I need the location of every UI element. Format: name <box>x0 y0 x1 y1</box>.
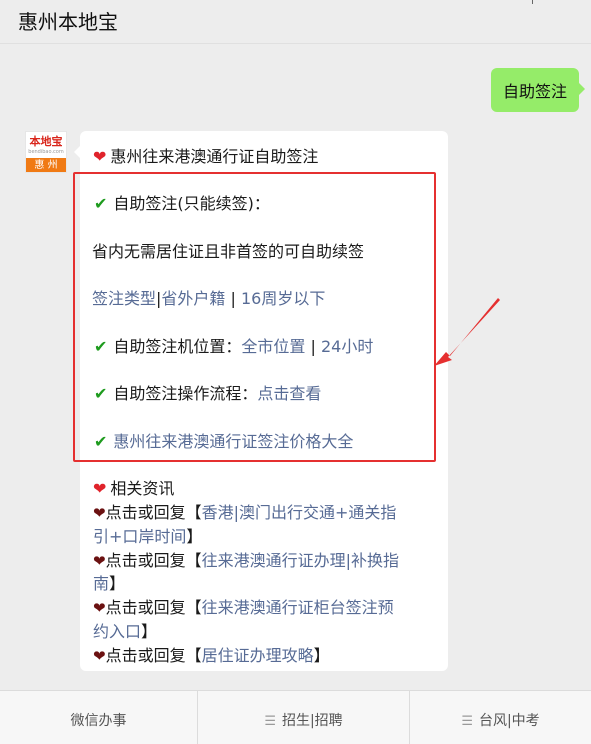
link-permit-apply[interactable]: 往来港澳通行证办理|补换指 <box>202 551 399 570</box>
avatar[interactable]: 本地宝 bendibao.com 惠 州 <box>25 131 67 173</box>
reply-option-suffix: 】 <box>186 527 203 546</box>
check-icon: ✔ <box>94 432 108 451</box>
link-hk-macau-travel-cont[interactable]: 引+口岸时间 <box>93 527 186 546</box>
reply-option-2[interactable]: ❤点击或回复【往来港澳通行证办理|补换指 <box>93 547 399 571</box>
link-under-16[interactable]: 16周岁以下 <box>241 289 325 308</box>
link-sign-type[interactable]: 签注类型 <box>92 289 156 308</box>
sent-message-bubble[interactable]: 自助签注 <box>490 68 586 112</box>
reply-heading: 惠州往来港澳通行证自助签注 <box>110 147 319 166</box>
highlight-box <box>73 172 436 462</box>
links-separator: | <box>225 289 241 308</box>
menu-list-icon: ☰ <box>264 714 276 729</box>
avatar-city-label: 惠 州 <box>26 158 66 172</box>
sign-links-row: 签注类型|省外户籍 | 16周岁以下 <box>92 285 325 309</box>
machine-location-row: ✔ 自助签注机位置：全市位置 | 24小时 <box>94 333 373 357</box>
reply-option-suffix: 】 <box>141 622 158 641</box>
price-row: ✔ 惠州往来港澳通行证签注价格大全 <box>94 428 353 452</box>
link-24-hours[interactable]: 24小时 <box>321 337 373 356</box>
check-icon: ✔ <box>94 384 108 403</box>
menu-tab-label: 微信办事 <box>70 713 127 729</box>
flow-row: ✔ 自助签注操作流程：点击查看 <box>94 380 321 404</box>
menu-tab-admissions-jobs[interactable]: ☰ 招生|招聘 <box>198 691 409 744</box>
reply-option-prefix: 点击或回复【 <box>105 503 202 522</box>
flow-label: 自助签注操作流程： <box>113 384 258 403</box>
reply-option-4[interactable]: ❤点击或回复【居住证办理攻略】 <box>93 642 330 666</box>
link-counter-appointment-cont[interactable]: 约入口 <box>93 622 141 641</box>
reply-option-3[interactable]: ❤点击或回复【往来港澳通行证柜台签注预 <box>93 594 394 618</box>
reply-option-2-cont: 南】 <box>93 570 125 594</box>
reply-option-suffix: 】 <box>313 646 330 665</box>
reply-option-prefix: 点击或回复【 <box>105 598 202 617</box>
reply-option-suffix: 】 <box>109 574 126 593</box>
avatar-logo-subtext: bendibao.com <box>28 149 64 155</box>
avatar-logo-text: 本地宝 <box>29 135 63 148</box>
heart-icon: ❤ <box>93 552 106 570</box>
link-counter-appointment[interactable]: 往来港澳通行证柜台签注预 <box>202 598 394 617</box>
link-residence-permit[interactable]: 居住证办理攻略 <box>202 646 314 665</box>
related-title: 相关资讯 <box>110 479 175 498</box>
chat-title: 惠州本地宝 <box>18 10 118 34</box>
self-sign-title-row: ✔ 自助签注(只能续签)： <box>94 190 270 214</box>
link-permit-apply-cont[interactable]: 南 <box>93 574 109 593</box>
machine-location-label: 自助签注机位置： <box>113 337 242 356</box>
menu-list-icon: ☰ <box>461 714 473 729</box>
top-bar: 惠州本地宝 <box>0 0 591 44</box>
link-price-list[interactable]: 惠州往来港澳通行证签注价格大全 <box>113 432 353 451</box>
reply-option-1[interactable]: ❤点击或回复【香港|澳门出行交通+通关指 <box>93 499 396 523</box>
heart-icon: ❤ <box>93 647 106 665</box>
self-sign-title: 自助签注(只能续签)： <box>113 194 270 213</box>
reply-heading-row: ❤ 惠州往来港澳通行证自助签注 <box>93 143 318 167</box>
reply-option-1-cont: 引+口岸时间】 <box>93 523 202 547</box>
menu-tab-label: 招生|招聘 <box>281 713 343 729</box>
link-out-of-province[interactable]: 省外户籍 <box>161 289 225 308</box>
link-city-locations[interactable]: 全市位置 <box>241 337 305 356</box>
bottom-menu-bar: 微信办事 ☰ 招生|招聘 ☰ 台风|中考 <box>0 690 591 744</box>
check-icon: ✔ <box>94 337 108 356</box>
heart-icon: ❤ <box>93 599 106 617</box>
red-arrow-icon <box>434 298 500 366</box>
related-title-row: ❤ 相关资讯 <box>93 475 174 499</box>
sent-message-row: 自助签注 <box>490 68 586 112</box>
reply-option-prefix: 点击或回复【 <box>105 646 202 665</box>
self-sign-desc: 省内无需居住证且非首签的可自助续签 <box>92 242 365 261</box>
avatar-logo: 本地宝 bendibao.com <box>26 132 66 158</box>
reply-option-3-cont: 约入口】 <box>93 618 157 642</box>
links-separator: | <box>305 337 321 356</box>
link-hk-macau-travel[interactable]: 香港|澳门出行交通+通关指 <box>202 503 397 522</box>
menu-tab-label: 台风|中考 <box>478 713 540 729</box>
heart-icon: ❤ <box>93 147 107 166</box>
menu-tab-typhoon-exam[interactable]: ☰ 台风|中考 <box>410 691 591 744</box>
reply-option-prefix: 点击或回复【 <box>105 551 202 570</box>
menu-tab-wechat-services[interactable]: 微信办事 <box>0 691 197 744</box>
heart-icon: ❤ <box>93 479 107 498</box>
check-icon: ✔ <box>94 194 108 213</box>
link-view-flow[interactable]: 点击查看 <box>257 384 321 403</box>
more-icon[interactable] <box>532 0 533 4</box>
heart-icon: ❤ <box>93 504 106 522</box>
